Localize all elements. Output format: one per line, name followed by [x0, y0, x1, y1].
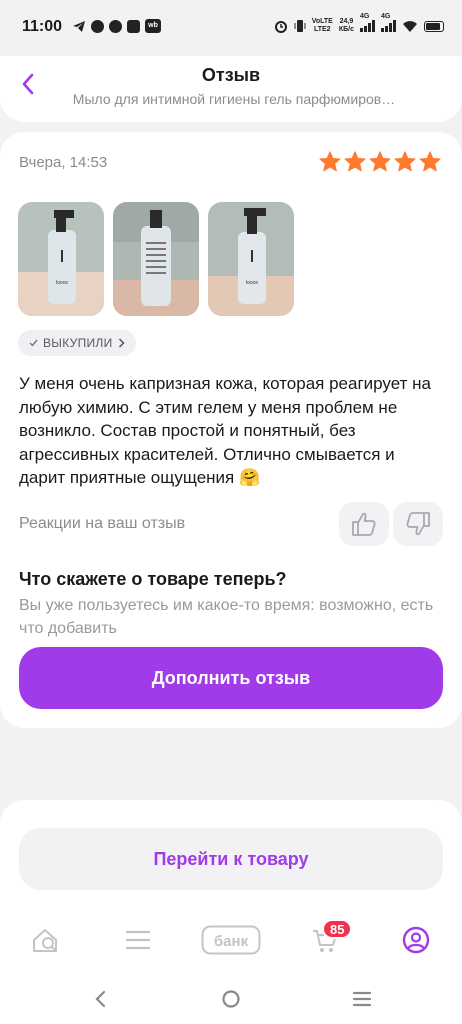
signal-bars-icon [360, 20, 375, 32]
vibrate-icon [294, 20, 306, 32]
status-bar: 11:00 wb VoLTE LTE2 24,9 КБ/с 4G 4G [0, 0, 462, 56]
telegram-icon [73, 20, 85, 32]
shield-icon [127, 19, 140, 33]
nav-back-button[interactable] [85, 986, 115, 1012]
message-icon [91, 19, 104, 33]
status-time: 11:00 [22, 18, 63, 35]
signal-bars-icon [381, 20, 396, 32]
thumbs-down-icon [406, 512, 430, 536]
photo-product-image [113, 202, 199, 316]
bank-icon: банк [201, 925, 261, 955]
purchased-badge[interactable]: ВЫКУПИЛИ [18, 330, 136, 356]
review-photo[interactable] [113, 202, 199, 316]
wildberries-icon: wb [145, 19, 161, 33]
star-icon [344, 151, 366, 172]
nav-recents-button[interactable] [347, 986, 377, 1012]
net-speed: 24,9 КБ/с [338, 18, 354, 33]
tab-profile[interactable] [396, 922, 436, 958]
svg-text:банк: банк [214, 933, 249, 950]
svg-text:looce: looce [246, 280, 258, 286]
review-photo[interactable]: looce [18, 202, 104, 316]
system-nav-bar [0, 972, 462, 1024]
profile-icon [402, 926, 430, 954]
home-search-icon [33, 929, 57, 952]
photo-product-image: looce [18, 202, 104, 316]
notification-icons: wb [72, 19, 161, 33]
star-icon [369, 151, 391, 172]
cart-count-badge: 85 [322, 919, 353, 939]
chat-icon [109, 19, 122, 33]
tab-home[interactable] [26, 922, 66, 958]
menu-icon [125, 930, 151, 950]
reactions-label: Реакции на ваш отзыв [19, 515, 186, 532]
nav-home-button[interactable] [216, 986, 246, 1012]
wifi-icon [403, 20, 417, 32]
alarm-icon [274, 21, 287, 33]
followup-subtitle: Вы уже пользуетесь им какое-то время: во… [19, 597, 434, 637]
review-text: У меня очень капризная кожа, которая реа… [19, 374, 431, 487]
battery-icon [424, 20, 444, 32]
bottom-tab-bar: банк 85 [0, 910, 462, 972]
system-indicators: VoLTE LTE2 24,9 КБ/с 4G 4G [274, 13, 444, 34]
circle-icon [222, 990, 240, 1008]
star-icon [319, 151, 341, 172]
star-icon [419, 151, 441, 172]
photo-product-image: looce [208, 202, 294, 316]
review-photos: looce looce [18, 202, 294, 316]
review-photo[interactable]: looce [208, 202, 294, 316]
product-name-subtitle[interactable]: Мыло для интимной гигиены гель парфюмиро… [56, 91, 412, 107]
followup-title: Что скажете о товаре теперь? [19, 569, 287, 589]
tab-catalog[interactable] [118, 922, 158, 958]
svg-text:looce: looce [56, 280, 68, 286]
chevron-left-icon [95, 990, 106, 1008]
star-icon [394, 151, 416, 172]
page-title: Отзыв [201, 65, 261, 85]
badge-label: ВЫКУПИЛИ [43, 336, 113, 350]
signal-2: 4G [381, 13, 396, 32]
like-button[interactable] [339, 502, 389, 546]
signal-1: 4G [360, 13, 375, 32]
volte-indicator: VoLTE LTE2 [311, 18, 333, 33]
add-to-review-button[interactable]: Дополнить отзыв [19, 647, 443, 709]
rating-stars [318, 150, 442, 174]
dislike-button[interactable] [393, 502, 443, 546]
tab-bank[interactable]: банк [200, 922, 262, 958]
chevron-right-icon [118, 338, 125, 348]
checkmark-icon [29, 339, 38, 347]
menu-icon [352, 991, 372, 1007]
review-card: Вчера, 14:53 looce looce ВЫКУПИЛИ У меня… [0, 132, 462, 728]
review-date: Вчера, 14:53 [19, 154, 108, 171]
product-card: Перейти к товару [0, 800, 462, 910]
page-header: Отзыв Мыло для интимной гигиены гель пар… [0, 56, 462, 122]
go-to-product-button[interactable]: Перейти к товару [19, 828, 443, 890]
thumbs-up-icon [352, 512, 376, 536]
